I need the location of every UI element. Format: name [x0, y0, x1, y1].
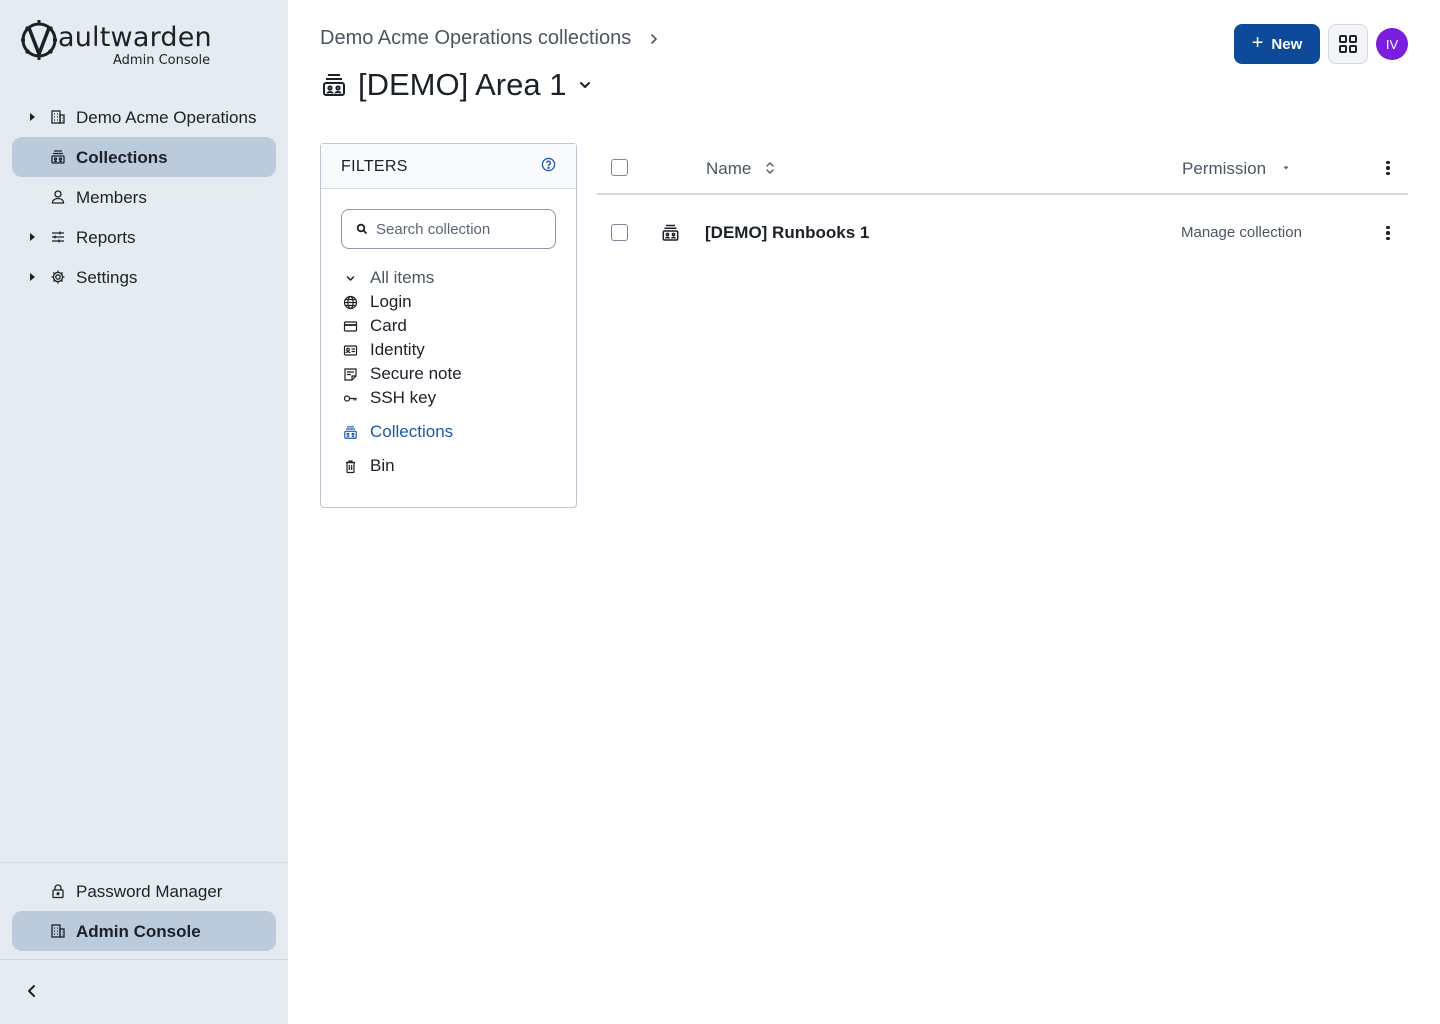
select-all-checkbox[interactable]	[611, 159, 628, 176]
credit-card-icon	[343, 320, 358, 332]
sidebar-item-label: Collections	[76, 148, 168, 167]
filter-label: Card	[370, 316, 407, 335]
sidebar-item-label: Admin Console	[76, 922, 201, 941]
sidebar-divider	[0, 862, 288, 863]
help-circle-icon[interactable]	[541, 157, 556, 172]
avatar[interactable]: IV	[1376, 28, 1408, 60]
filters-header: FILTERS	[321, 144, 576, 189]
page-title: [DEMO] Area 1	[358, 67, 567, 102]
caret-right-icon[interactable]	[27, 271, 37, 283]
collection-icon	[323, 74, 345, 96]
search-input[interactable]	[376, 218, 546, 240]
filter-label: All items	[370, 268, 435, 287]
logo-subtitle: Admin Console	[113, 53, 211, 68]
filters-panel: FILTERS All items Login Card Identity Se…	[320, 143, 577, 508]
caret-down-icon[interactable]	[1281, 164, 1291, 172]
row-options-menu-icon[interactable]	[1378, 223, 1398, 243]
sidebar-item-admin-console[interactable]: Admin Console	[12, 911, 276, 951]
sidebar-item-label: Members	[76, 188, 147, 207]
breadcrumb-link[interactable]: Demo Acme Operations collections	[320, 27, 631, 50]
sidebar-item-reports[interactable]: Reports	[12, 217, 276, 257]
filter-type-card[interactable]: Card	[343, 315, 407, 337]
vaultwarden-logo[interactable]: aultwarden Admin Console	[20, 18, 240, 74]
id-card-icon	[343, 344, 358, 356]
filter-label: Collections	[370, 422, 454, 441]
collection-icon	[344, 425, 357, 439]
note-icon	[344, 367, 357, 381]
grid-icon	[1339, 35, 1357, 53]
chevron-down-icon[interactable]	[578, 78, 592, 92]
filter-type-identity[interactable]: Identity	[343, 339, 425, 361]
row-permission: Manage collection	[1181, 224, 1302, 241]
filter-label: Identity	[370, 340, 425, 359]
filter-label: SSH key	[370, 388, 437, 407]
column-header-name[interactable]: Name	[706, 159, 751, 179]
sidebar-divider	[0, 959, 288, 960]
sidebar-item-settings[interactable]: Settings	[12, 257, 276, 297]
product-switcher-button[interactable]	[1328, 24, 1368, 64]
sidebar-item-label: Demo Acme Operations	[76, 108, 257, 127]
new-button-label: New	[1271, 35, 1303, 53]
filter-type-secure-note[interactable]: Secure note	[343, 363, 462, 385]
sidebar-item-label: Password Manager	[76, 882, 223, 901]
key-icon	[343, 394, 357, 402]
chevron-down-icon[interactable]	[343, 271, 358, 286]
sidebar-item-password-manager[interactable]: Password Manager	[12, 871, 276, 911]
filter-label: Secure note	[370, 364, 462, 383]
sliders-icon	[52, 231, 64, 243]
sidebar-item-collections[interactable]: Collections	[12, 137, 276, 177]
filters-title: FILTERS	[341, 158, 408, 175]
filter-type-ssh-key[interactable]: SSH key	[343, 387, 436, 409]
collapse-sidebar-chevron-left-icon[interactable]	[20, 978, 44, 1004]
header-options-menu-icon[interactable]	[1378, 158, 1398, 178]
collection-icon	[662, 224, 679, 241]
sidebar: aultwarden Admin Console Demo Acme Opera…	[0, 0, 288, 1024]
sidebar-item-members[interactable]: Members	[12, 177, 276, 217]
new-button[interactable]: + New	[1234, 24, 1320, 64]
filter-all-items[interactable]: All items	[343, 267, 434, 289]
building-icon	[51, 924, 65, 938]
chevron-right-icon	[651, 33, 658, 44]
logo-wordmark: aultwarden	[58, 22, 212, 53]
plus-icon: +	[1251, 31, 1264, 54]
building-icon	[51, 110, 65, 124]
logo-gear-v-icon	[21, 20, 57, 60]
trash-icon	[346, 459, 355, 473]
filter-bin[interactable]: Bin	[343, 455, 395, 477]
caret-right-icon[interactable]	[27, 111, 37, 123]
row-name-link[interactable]: [DEMO] Runbooks 1	[705, 223, 869, 243]
filter-type-login[interactable]: Login	[343, 291, 412, 313]
filter-collections[interactable]: Collections	[343, 421, 453, 443]
sidebar-item-organization[interactable]: Demo Acme Operations	[12, 97, 276, 137]
sidebar-item-label: Reports	[76, 228, 136, 247]
row-checkbox[interactable]	[611, 224, 628, 241]
lock-icon	[52, 884, 64, 899]
breadcrumb[interactable]: Demo Acme Operations collections	[320, 27, 659, 50]
collection-icon	[51, 150, 65, 164]
search-collection-field[interactable]	[341, 209, 556, 249]
sort-icon[interactable]	[765, 161, 775, 175]
column-header-permission[interactable]: Permission	[1182, 159, 1266, 179]
search-icon	[356, 223, 368, 235]
page-title-row: [DEMO] Area 1	[320, 66, 592, 104]
filter-label: Login	[370, 292, 412, 311]
sidebar-item-label: Settings	[76, 268, 138, 287]
caret-right-icon[interactable]	[27, 231, 37, 243]
table-header-divider	[597, 193, 1408, 195]
gear-icon	[51, 270, 65, 284]
filter-label: Bin	[370, 456, 395, 475]
user-icon	[51, 190, 65, 204]
globe-icon	[343, 295, 358, 309]
